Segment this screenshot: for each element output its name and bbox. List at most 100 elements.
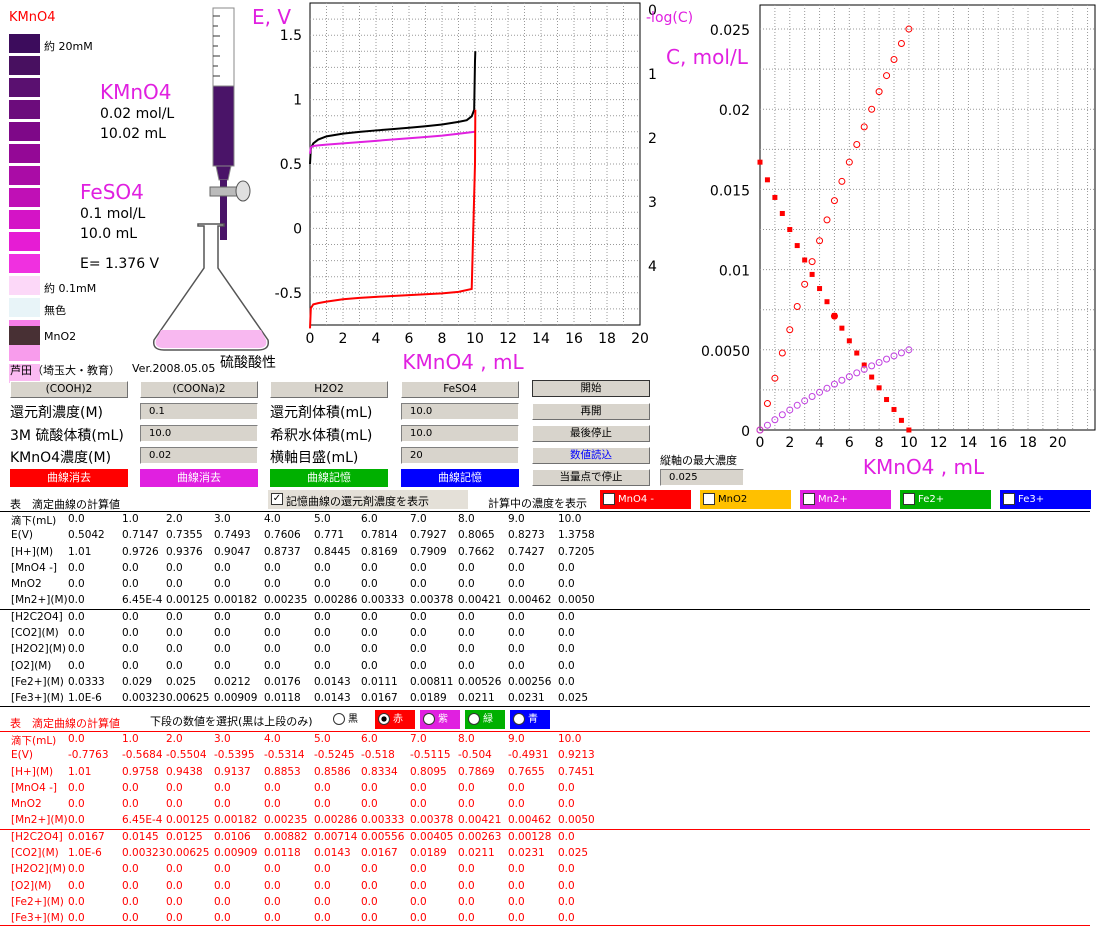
stop-last-button[interactable]: 最後停止 [532, 425, 650, 442]
y-tick-label: 0.0050 [701, 344, 750, 360]
dilution-vol-label: 希釈水体積(mL) [270, 428, 373, 444]
table-cell: 0.0 [558, 578, 575, 591]
table-cell: 0.00625 [166, 692, 210, 705]
table-cell: 0.0 [410, 879, 427, 892]
show-stored-checkbox[interactable]: ✓ 記憶曲線の還元剤濃度を表示 [268, 490, 468, 509]
data-point [764, 177, 770, 183]
table-cell: 0.0 [166, 781, 183, 794]
x-scale-input[interactable]: 20 [401, 447, 519, 464]
table-cell: 0.00714 [314, 830, 358, 843]
table-cell: 0.0211 [458, 847, 495, 860]
row-label: [H2C2O4] [11, 830, 63, 843]
table-cell: 0.0 [458, 912, 475, 925]
checkbox-icon [603, 493, 615, 505]
row-label: 滴下(mL) [11, 735, 57, 747]
reagent-button[interactable]: FeSO4 [401, 381, 519, 398]
table-cell: -0.5395 [214, 749, 255, 762]
reductant-vol-input[interactable]: 10.0 [401, 403, 519, 420]
lower-select-radio[interactable]: 赤 [375, 710, 415, 729]
lower-select-radio[interactable]: 黒 [330, 710, 370, 729]
table-cell: 0.00378 [410, 594, 454, 607]
table-cell: 0.0 [314, 561, 331, 574]
erase-curve-red-button[interactable]: 曲線消去 [10, 469, 128, 487]
lower-select-radio[interactable]: 青 [510, 710, 550, 729]
read-values-button[interactable]: 数値読込 [532, 447, 650, 464]
y-tick-label: -0.5 [275, 286, 302, 302]
species-checkbox[interactable]: Fe3+ [1000, 490, 1091, 509]
reagent-button[interactable]: (COONa)2 [140, 381, 258, 398]
dilution-vol-input[interactable]: 10.0 [401, 425, 519, 442]
right-tick-label: 2 [648, 131, 657, 147]
x-tick-label: 4 [372, 331, 381, 347]
table-cell: 0.9758 [122, 765, 159, 778]
equivalence-stop-button[interactable]: 当量点で停止 [532, 469, 650, 486]
table-cell: 0.0 [508, 895, 525, 908]
table-cell: 0.00256 [508, 675, 552, 688]
reductant-conc-input[interactable]: 0.1 [140, 403, 258, 420]
h2so4-vol-input[interactable]: 10.0 [140, 425, 258, 442]
table-cell: 0.5042 [68, 529, 105, 542]
table-cell: 0.7655 [508, 765, 545, 778]
table-cell: 0.0 [361, 610, 378, 623]
table-cell: 5.0 [314, 513, 331, 525]
table-cell: 0.0 [558, 863, 575, 876]
lower-select-label: 下段の数値を選択(黒は上段のみ) [150, 715, 313, 728]
store-curve-blue-button[interactable]: 曲線記憶 [401, 469, 519, 487]
reductant-conc-label: 還元剤濃度(M) [10, 405, 104, 421]
table-cell: 0.029 [122, 675, 153, 688]
y-tick-label: 1.5 [280, 28, 302, 44]
kmno4-conc-input[interactable]: 0.02 [140, 447, 258, 464]
table-cell: 0.0211 [458, 692, 495, 705]
table-cell: 0.0 [458, 659, 475, 672]
row-label: [MnO4 -] [11, 781, 57, 794]
version-label: Ver.2008.05.05 [132, 362, 216, 375]
erase-curve-magenta-button[interactable]: 曲線消去 [140, 469, 258, 487]
table-cell: 0.0 [558, 659, 575, 672]
species-checkbox[interactable]: MnO2 [700, 490, 791, 509]
lower-select-radio[interactable]: 緑 [465, 710, 505, 729]
lower-select-radio[interactable]: 紫 [420, 710, 460, 729]
table-cell: 0.0 [458, 578, 475, 591]
table-cell: 0.0 [166, 895, 183, 908]
table-cell: 0.0 [314, 610, 331, 623]
table-cell: 0.0 [508, 912, 525, 925]
table-cell: 0.0143 [314, 847, 351, 860]
store-curve-green-button[interactable]: 曲線記憶 [270, 469, 388, 487]
table-cell: 0.0 [410, 798, 427, 811]
table-cell: 0.0 [122, 610, 139, 623]
data-point [830, 312, 838, 320]
table-cell: 1.01 [68, 765, 92, 778]
table2-mid-rule [0, 829, 1090, 830]
table-cell: 0.0 [166, 610, 183, 623]
table-cell: 0.0 [264, 610, 281, 623]
table-cell: 0.00128 [508, 830, 552, 843]
table-cell: 0.00235 [264, 814, 308, 827]
max-axis-label: 縦軸の最大濃度 [660, 454, 737, 467]
resume-button[interactable]: 再開 [532, 403, 650, 420]
table-cell: 0.0 [68, 781, 85, 794]
table-cell: 0.0 [166, 561, 183, 574]
table-cell: -0.5245 [314, 749, 355, 762]
reagent-button[interactable]: H2O2 [270, 381, 388, 398]
table-cell: 0.7927 [410, 529, 447, 542]
reagent-button[interactable]: (COOH)2 [10, 381, 128, 398]
color-swatch [9, 34, 40, 53]
table-cell: 0.0 [264, 863, 281, 876]
species-checkbox[interactable]: Mn2+ [800, 490, 891, 509]
max-axis-input[interactable]: 0.025 [660, 469, 744, 486]
species-checkbox[interactable]: MnO4 - [600, 490, 691, 509]
table-cell: 0.00286 [314, 814, 358, 827]
table-cell: 1.0 [122, 513, 139, 525]
data-point [898, 417, 904, 423]
table-cell: 0.0167 [361, 692, 398, 705]
table-cell: 0.0 [122, 879, 139, 892]
table-cell: 0.0333 [68, 675, 105, 688]
table-cell: 6.45E-4 [122, 814, 163, 827]
data-point [809, 271, 815, 277]
species-checkbox[interactable]: Fe2+ [900, 490, 991, 509]
table-cell: 0.0 [122, 643, 139, 656]
species-label: MnO2 [718, 494, 748, 505]
table-cell: 0.0 [68, 814, 85, 827]
start-button[interactable]: 開始 [532, 380, 650, 397]
table-cell: 0.0 [458, 863, 475, 876]
